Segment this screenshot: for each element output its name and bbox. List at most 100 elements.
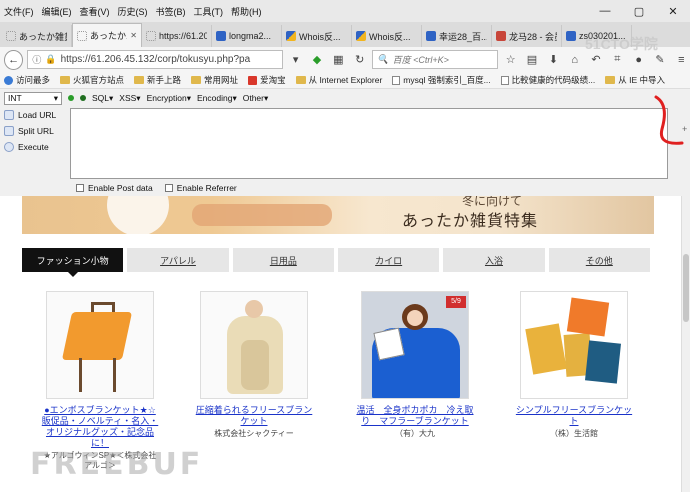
product-image[interactable] [46,291,154,399]
product-maker: 株式会社シャクティー [214,429,294,438]
back-button[interactable]: ← [4,49,24,70]
scrollbar-thumb[interactable] [683,254,689,322]
product-name-link[interactable]: ●エンボスブランケット★☆販促品・ノベルティ・名入・オリジナルグッズ・記念品に！ [40,405,160,449]
bookmark-star-icon[interactable]: ☆ [502,51,519,69]
product-image[interactable] [200,291,308,399]
hero-banner: 冬に向けて あったか雑貨特集 [22,196,654,234]
grid-icon[interactable]: ▦ [330,51,347,69]
page-scrollbar[interactable] [681,196,690,492]
tab-fashion[interactable]: ファッション小物 [22,248,124,277]
split-url-label: Split URL [18,126,54,136]
type-select-value: INT [8,93,22,103]
encoding-menu[interactable]: Encoding▾ [197,93,237,104]
split-url-button[interactable]: Split URL [4,125,66,137]
browser-tab-active[interactable]: あったか...✕ [72,23,142,47]
execute-button[interactable]: Execute [4,141,66,153]
minimize-button[interactable]: — [588,0,622,22]
product-image[interactable]: 5/9 [361,291,469,399]
tab-favicon-icon [356,31,366,41]
tab-title: https://61.20... [159,31,207,41]
green-dot-icon[interactable] [68,95,74,101]
bookmark-item[interactable]: mysql 强制索引_百度... [392,74,491,86]
tab-apparel[interactable]: アパレル [127,248,229,272]
bookmark-label: 从 Internet Explorer [308,75,383,85]
browser-tab[interactable]: https://61.20... [142,25,212,47]
bookmarks-bar: 访问最多 火狐官方站点 新手上路 常用网址 爱淘宝 从 Internet Exp… [0,72,690,89]
menu-bar: 文件(F) 编辑(E) 查看(V) 历史(S) 书签(B) 工具(T) 帮助(H… [0,0,690,22]
menu-file[interactable]: 文件(F) [0,5,38,18]
hamburger-menu-icon[interactable]: ≡ [673,51,690,69]
tab-daily-goods[interactable]: 日用品 [232,248,334,272]
browser-tab[interactable]: Whois反... [352,25,422,47]
product-name-link[interactable]: 圧縮着られるフリースブランケット [194,405,314,427]
browser-tab[interactable]: Whois反... [282,25,352,47]
hackbar-options: Enable Post data Enable Referrer [76,183,237,193]
taobao-icon [248,75,258,85]
orange-cloth [566,297,610,337]
reload-icon[interactable]: ↻ [351,51,368,69]
product-image[interactable] [520,291,628,399]
info-icon[interactable]: ⓘ [32,53,41,66]
load-url-button[interactable]: Load URL [4,109,66,121]
tab-other[interactable]: その他 [548,248,650,272]
menu-view[interactable]: 查看(V) [76,5,114,18]
fleece-cloths-photo [521,292,627,398]
red-annotation-mark [654,95,684,145]
browser-tab[interactable]: longma2... [212,25,282,47]
watermark-logo: 51CTO学院 [585,36,658,52]
reading-list-icon[interactable]: ▤ [523,51,540,69]
enable-referrer-checkbox[interactable]: Enable Referrer [164,183,237,193]
bookmark-item[interactable]: 访问最多 [4,74,50,86]
url-textarea[interactable] [70,108,668,179]
type-select[interactable]: INT ▾ [4,91,62,105]
checkbox-box[interactable] [164,184,173,192]
expand-icon[interactable]: + [682,124,690,136]
green-dot-icon[interactable] [80,95,86,101]
close-button[interactable]: ✕ [656,0,690,22]
bookmark-item[interactable]: 比較健康的代码级绩... [500,74,595,86]
tab-bath[interactable]: 入浴 [443,248,545,272]
bookmark-item[interactable]: 从 IE 中导入 [605,74,665,86]
tab-favicon-icon [77,30,87,41]
bookmark-item[interactable]: 常用网址 [191,74,238,86]
search-input[interactable]: 🔍 百度 <Ctrl+K> [372,50,498,69]
download-icon[interactable]: ⬇ [545,51,562,69]
load-url-label: Load URL [18,110,57,120]
dropdown-arrow-icon[interactable]: ▾ [287,51,304,69]
encryption-menu[interactable]: Encryption▾ [147,93,191,104]
bookmark-item[interactable]: 火狐官方站点 [60,74,124,86]
page-icon [500,75,509,85]
xss-menu[interactable]: XSS▾ [119,93,140,104]
home-icon[interactable]: ⌂ [566,51,583,69]
folder-icon [191,76,202,84]
product-name-link[interactable]: 温活 全身ポカポカ 冷え取り マフラーブランケット [355,405,475,427]
tab-kairo[interactable]: カイロ [337,248,440,272]
price-tag: 5/9 [446,296,466,308]
maximize-button[interactable]: ▢ [622,0,656,22]
bookmark-item[interactable]: 爱淘宝 [248,74,286,86]
checkbox-box[interactable] [76,184,84,192]
product-name-link[interactable]: シンプルフリースブランケット [514,405,634,427]
tab-favicon-icon [146,31,156,41]
browser-tab[interactable]: 龙马28 - 会员... [492,25,562,47]
menu-history[interactable]: 历史(S) [114,5,152,18]
enable-post-checkbox[interactable]: Enable Post data [76,183,153,193]
url-bar[interactable]: ⓘ 🔒 https://61.206.45.132/corp/tokusyu.p… [27,50,283,69]
navy-cloth [584,340,622,384]
menu-tools[interactable]: 工具(T) [190,5,228,18]
menu-edit[interactable]: 编辑(E) [38,5,76,18]
browser-tab[interactable]: 幸运28_百... [422,25,492,47]
folder-icon [605,76,616,84]
other-menu[interactable]: Other▾ [243,93,269,104]
menu-help[interactable]: 帮助(H) [227,5,266,18]
tab-close-icon[interactable]: ✕ [130,31,137,40]
menu-bookmarks[interactable]: 书签(B) [152,5,190,18]
shield-icon[interactable]: ◆ [308,51,325,69]
browser-tab[interactable]: あったか雑貨... [2,25,72,47]
bookmark-item[interactable]: 从 Internet Explorer [295,74,383,86]
chevron-down-icon: ▾ [53,92,58,103]
sql-menu[interactable]: SQL▾ [92,93,113,104]
tab-favicon-icon [6,31,16,41]
bookmark-item[interactable]: 新手上路 [134,74,181,86]
bookmark-label: 常用网址 [204,75,239,85]
